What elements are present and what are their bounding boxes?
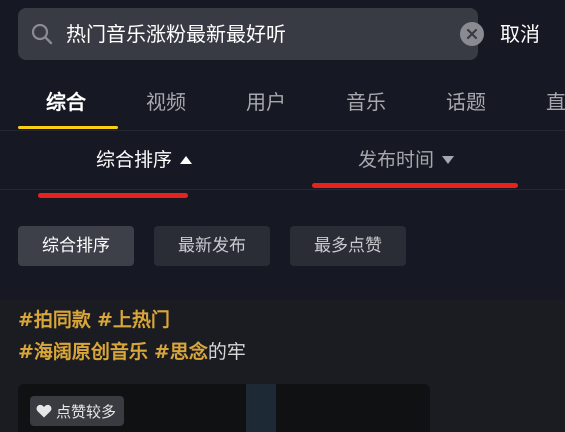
hashtag-link[interactable]: #海阔原创音乐	[18, 341, 148, 363]
most-liked-badge: 点赞较多	[30, 396, 125, 426]
active-tab-indicator	[18, 126, 118, 129]
video-caption-line: #拍同款 #上热门	[18, 306, 170, 334]
cancel-button[interactable]: 取消	[500, 20, 540, 48]
highlight-underline	[38, 193, 188, 198]
filter-chip-latest[interactable]: 最新发布	[154, 226, 270, 266]
tab-video[interactable]: 视频	[146, 88, 186, 116]
divider	[0, 189, 565, 190]
tab-live[interactable]: 直	[546, 88, 565, 116]
sort-dropdown-label: 综合排序	[96, 149, 173, 171]
filter-chip-comprehensive[interactable]: 综合排序	[18, 226, 134, 266]
tab-music[interactable]: 音乐	[346, 88, 386, 116]
video-caption-line: #海阔原创音乐 #思念的牢	[18, 338, 246, 366]
search-input[interactable]: 热门音乐涨粉最新最好听	[66, 20, 286, 48]
caret-down-icon	[442, 156, 455, 164]
category-tabs: 综合 视频 用户 音乐 话题 直	[0, 78, 565, 130]
thumbnail-highlight	[246, 384, 276, 432]
sort-row: 综合排序 发布时间	[0, 131, 565, 189]
heart-icon	[36, 404, 52, 418]
caret-up-icon	[180, 156, 193, 164]
hashtag-link[interactable]: #拍同款	[18, 309, 91, 331]
filter-chip-most-liked[interactable]: 最多点赞	[290, 226, 406, 266]
tab-users[interactable]: 用户	[246, 88, 286, 116]
publish-time-dropdown[interactable]: 发布时间	[358, 147, 455, 173]
highlight-underline	[312, 183, 518, 188]
caption-text: 的牢	[207, 341, 246, 363]
tab-topics[interactable]: 话题	[446, 88, 486, 116]
video-result-card[interactable]: #拍同款 #上热门 #海阔原创音乐 #思念的牢 点赞较多	[0, 300, 565, 432]
hashtag-link[interactable]: #上热门	[97, 309, 170, 331]
hashtag-link[interactable]: #思念	[154, 341, 208, 363]
clear-icon[interactable]	[460, 22, 484, 46]
search-bar[interactable]: 热门音乐涨粉最新最好听	[18, 8, 484, 60]
sort-dropdown[interactable]: 综合排序	[96, 147, 193, 173]
search-icon	[30, 22, 54, 46]
filter-options: 综合排序 最新发布 最多点赞	[0, 200, 565, 300]
badge-label: 点赞较多	[56, 402, 117, 421]
publish-time-label: 发布时间	[358, 149, 435, 171]
tab-all[interactable]: 综合	[46, 88, 86, 116]
